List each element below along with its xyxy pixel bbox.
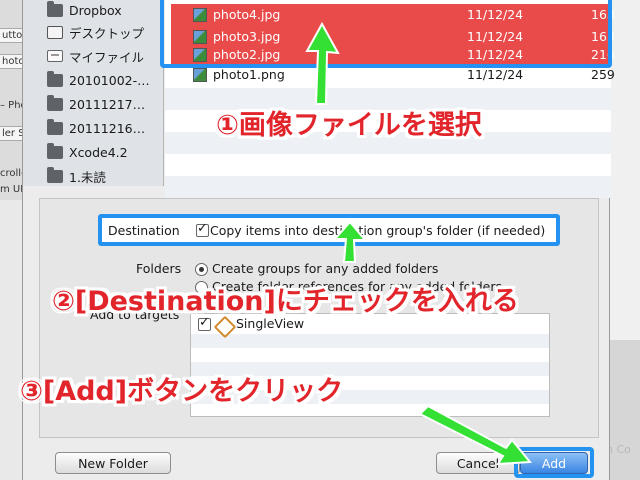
arrow-to-add: [418, 404, 533, 466]
step3-callout: ③[Add]ボタンをクリック: [20, 376, 344, 407]
screenshot: utton hoto – Pho ler Sc croller m UII n …: [0, 0, 640, 480]
arrow-to-files: [305, 21, 340, 105]
annotation-arrows: [305, 21, 533, 466]
arrow-to-destination: [332, 220, 368, 263]
step1-callout: ①画像ファイルを選択: [216, 110, 482, 141]
step2-callout: ②[Destination]にチェックを入れる: [52, 286, 519, 317]
